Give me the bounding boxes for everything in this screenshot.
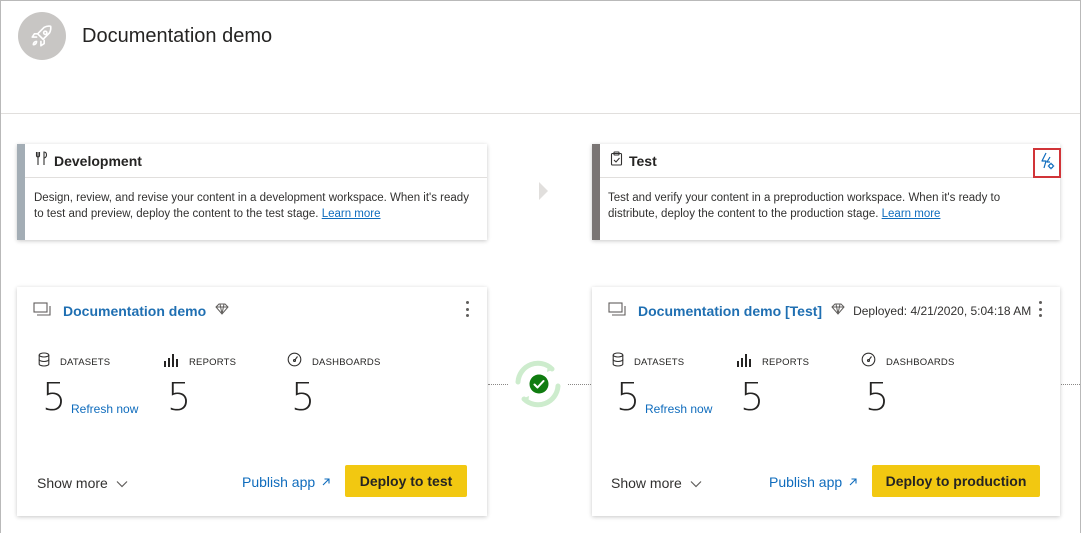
metric-count: 5: [865, 375, 890, 419]
metric-label: REPORTS: [189, 356, 237, 368]
more-options-button[interactable]: [1034, 299, 1046, 319]
metric-label: DATASETS: [634, 356, 685, 368]
stage-header: Development: [25, 144, 487, 178]
show-more-label: Show more: [611, 475, 682, 491]
workspace-card-test: Documentation demo [Test] Deployed: 4/21…: [592, 287, 1060, 516]
stage-header: Test: [600, 144, 1060, 178]
metric-label: DASHBOARDS: [312, 356, 381, 368]
metric-datasets: DATASETS 5 Refresh now: [38, 352, 138, 419]
stage-arrow-icon: [539, 182, 548, 200]
stage-accent-bar: [592, 144, 600, 240]
refresh-now-link[interactable]: Refresh now: [645, 402, 712, 416]
workspace-card-development: Documentation demo DATASETS 5 Refresh no…: [17, 287, 487, 516]
refresh-now-link[interactable]: Refresh now: [71, 402, 138, 416]
database-icon: [612, 352, 624, 372]
metric-dashboards: DASHBOARDS 5: [287, 352, 381, 419]
workspace-name-link[interactable]: Documentation demo: [63, 303, 206, 319]
bar-chart-icon: [736, 353, 752, 372]
metric-reports: REPORTS 5: [163, 353, 237, 419]
metric-reports: REPORTS 5: [736, 353, 810, 419]
workspace-icon: [608, 301, 626, 321]
deploy-to-production-button[interactable]: Deploy to production: [872, 465, 1040, 497]
deployment-pipeline-window: Documentation demo Development Design, r…: [0, 0, 1081, 533]
show-more-button[interactable]: Show more: [611, 475, 702, 491]
pipeline-content: Development Design, review, and revise y…: [1, 115, 1080, 533]
gauge-icon: [861, 352, 876, 372]
external-link-icon: [848, 474, 858, 490]
publish-app-link[interactable]: Publish app: [769, 474, 858, 490]
workspace-name-link[interactable]: Documentation demo [Test]: [638, 303, 822, 319]
stage-description: Design, review, and revise your content …: [34, 190, 469, 222]
diamond-icon: [831, 302, 845, 320]
connector-line: [568, 384, 591, 385]
metric-count: 5: [167, 375, 192, 419]
external-link-icon: [321, 474, 331, 490]
tools-icon: [35, 150, 48, 171]
deployed-timestamp: Deployed: 4/21/2020, 5:04:18 AM: [853, 304, 1032, 318]
stage-accent-bar: [17, 144, 25, 240]
learn-more-link[interactable]: Learn more: [322, 208, 381, 220]
sync-check-icon[interactable]: [508, 356, 568, 412]
deployment-rules-button[interactable]: [1033, 148, 1061, 178]
publish-app-link[interactable]: Publish app: [242, 474, 331, 490]
metric-count: 5: [616, 375, 641, 419]
workspace-title-row: Documentation demo [Test] Deployed: 4/21…: [608, 301, 1046, 321]
metric-count: 5: [42, 375, 67, 419]
show-more-label: Show more: [37, 475, 108, 491]
metric-label: REPORTS: [762, 356, 810, 368]
publish-app-label: Publish app: [769, 474, 843, 490]
metric-label: DASHBOARDS: [886, 356, 955, 368]
diamond-icon: [215, 302, 229, 320]
metric-count: 5: [291, 375, 316, 419]
stage-description-text: Design, review, and revise your content …: [34, 192, 469, 220]
database-icon: [38, 352, 50, 372]
show-more-button[interactable]: Show more: [37, 475, 128, 491]
metric-dashboards: DASHBOARDS 5: [861, 352, 955, 419]
bar-chart-icon: [163, 353, 179, 372]
stage-card-test: Test Test and verify your content in a p…: [592, 144, 1060, 240]
more-options-button[interactable]: [461, 299, 473, 319]
clipboard-check-icon: [610, 150, 623, 171]
workspace-icon: [33, 301, 51, 321]
chevron-down-icon: [116, 475, 128, 491]
learn-more-link[interactable]: Learn more: [882, 208, 941, 220]
stage-description-text: Test and verify your content in a prepro…: [608, 192, 1001, 220]
metric-datasets: DATASETS 5 Refresh now: [612, 352, 712, 419]
stage-description: Test and verify your content in a prepro…: [608, 190, 1042, 222]
connector-line: [488, 384, 508, 385]
stage-name: Test: [629, 152, 657, 169]
connector-line: [1061, 384, 1080, 385]
metric-label: DATASETS: [60, 356, 111, 368]
pipeline-header: Documentation demo: [1, 1, 1080, 114]
stage-card-development: Development Design, review, and revise y…: [17, 144, 487, 240]
rocket-icon: [18, 12, 66, 60]
gauge-icon: [287, 352, 302, 372]
metric-count: 5: [740, 375, 765, 419]
deployment-rules-icon: [1039, 152, 1055, 175]
workspace-title-row: Documentation demo: [33, 301, 473, 321]
stage-name: Development: [54, 152, 142, 169]
chevron-down-icon: [690, 475, 702, 491]
page-title: Documentation demo: [82, 25, 273, 47]
publish-app-label: Publish app: [242, 474, 316, 490]
deploy-to-test-button[interactable]: Deploy to test: [345, 465, 467, 497]
